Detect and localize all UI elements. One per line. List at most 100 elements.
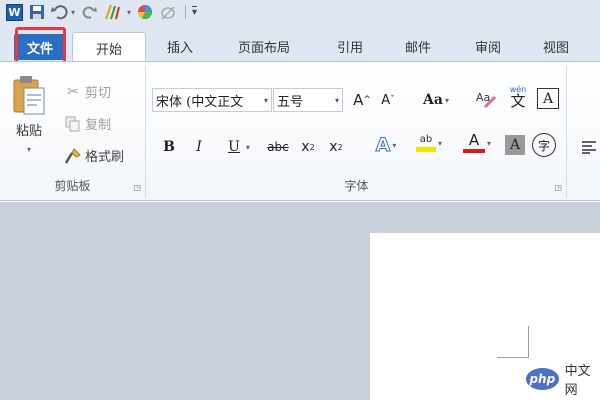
shrink-font-label: A [381, 92, 391, 108]
paste-dropdown-arrow: ▾ [26, 145, 31, 154]
highlight-icon: ab [415, 133, 436, 152]
clipboard-dialog-launcher-icon[interactable]: ◳ [133, 183, 141, 192]
document-workspace [0, 202, 600, 400]
copy-icon [64, 115, 82, 133]
change-case-dropdown-icon: ▾ [444, 95, 449, 105]
font-name-dropdown-icon[interactable]: ▾ [264, 96, 268, 105]
text-effects-label: A [375, 134, 391, 157]
font-color-dropdown-icon[interactable]: ▾ [487, 139, 491, 148]
save-icon[interactable] [29, 2, 45, 22]
font-color-bar [462, 149, 485, 153]
grow-font-button[interactable]: A ^ [350, 89, 374, 111]
change-case-label: Aa [423, 92, 443, 108]
paste-icon [13, 76, 45, 115]
superscript-mark-icon: 2 [337, 142, 343, 152]
font-color-label: A [468, 131, 480, 149]
strikethrough-label: abc [267, 140, 289, 154]
font-size-value: 五号 [277, 94, 304, 110]
color-wheel-icon[interactable] [137, 2, 153, 22]
highlight-label: ab [419, 133, 433, 145]
scissors-icon: ✂ [67, 83, 79, 100]
align-left-icon [582, 141, 596, 154]
text-effects-button[interactable]: A ▾ [369, 134, 403, 157]
phonetic-guide-button[interactable]: wén 文 [503, 85, 533, 110]
strikethrough-button[interactable]: abc [263, 136, 293, 158]
watermark-logo: php [526, 368, 559, 390]
copy-button[interactable]: 复制 [64, 114, 111, 133]
subscript-button[interactable]: x2 [297, 136, 319, 158]
format-painter-button[interactable]: 格式刷 [64, 146, 124, 165]
shrink-font-button[interactable]: Aˇ [376, 89, 400, 111]
highlight-button[interactable]: ab ▾ [409, 132, 449, 154]
margin-corner-mark-vertical [528, 326, 529, 358]
highlight-dropdown-icon[interactable]: ▾ [438, 139, 442, 148]
clear-formatting-icon: Aa [476, 91, 497, 109]
subscript-label: x [301, 139, 310, 155]
enclose-characters-button[interactable]: 字 [532, 133, 556, 157]
watermark: php 中文网 [526, 360, 600, 398]
character-shading-label: A [509, 137, 521, 153]
font-group-label: 字体 [344, 179, 369, 193]
character-border-button[interactable]: A [537, 88, 559, 109]
italic-button[interactable]: I [189, 136, 209, 158]
clipboard-group-label: 剪贴板 [54, 179, 91, 193]
customize-qat-arrow: ▾ [192, 6, 198, 18]
cut-label: 剪切 [85, 86, 112, 101]
word-logo-letter: W [6, 3, 23, 21]
font-color-button[interactable]: A ▾ [457, 132, 497, 154]
clipboard-group: 粘贴 ▾ ✂ 剪切 复制 格式刷 剪贴板 ◳ [0, 66, 146, 198]
shrink-font-caret-icon: ˇ [390, 95, 395, 105]
superscript-label: x [329, 139, 338, 155]
brush-icon [64, 147, 82, 165]
superscript-button[interactable]: x2 [325, 136, 347, 158]
clear-formatting-button[interactable]: Aa [473, 88, 499, 110]
bold-label: B [163, 139, 175, 155]
ribbon-home: 粘贴 ▾ ✂ 剪切 复制 格式刷 剪贴板 ◳ 宋体 (中文正文 ▾ 五号 ▾ A… [0, 61, 600, 201]
change-case-button[interactable]: Aa ▾ [419, 89, 453, 111]
customize-qat-icon[interactable]: ▾ [192, 2, 198, 22]
copy-label: 复制 [85, 118, 112, 133]
pen-tools-icon[interactable]: ▾ [103, 2, 131, 22]
redo-icon[interactable] [81, 2, 98, 22]
character-shading-button[interactable]: A [505, 135, 525, 155]
subscript-mark-icon: 2 [309, 142, 315, 152]
character-border-label: A [542, 90, 554, 107]
tab-view[interactable]: 视图 [536, 34, 576, 58]
watermark-text: 中文网 [564, 364, 591, 398]
phonetic-char: 文 [510, 91, 526, 110]
tab-file[interactable]: 文件 [14, 34, 66, 60]
tab-page-layout[interactable]: 页面布局 [228, 34, 300, 58]
underline-label: U [228, 139, 240, 155]
paste-label: 粘贴 [15, 124, 42, 139]
format-painter-label: 格式刷 [85, 150, 125, 165]
font-group: 宋体 (中文正文 ▾ 五号 ▾ A ^ Aˇ Aa ▾ Aa wén 文 A B I [147, 66, 567, 198]
tab-insert[interactable]: 插入 [160, 34, 200, 58]
tab-home[interactable]: 开始 [72, 32, 146, 63]
align-left-button[interactable] [580, 136, 598, 158]
font-dialog-launcher-icon[interactable]: ◳ [554, 183, 562, 192]
paragraph-group [568, 66, 600, 198]
tab-mailings[interactable]: 邮件 [398, 34, 438, 58]
margin-corner-mark-horizontal [497, 357, 529, 358]
font-size-combo[interactable]: 五号 ▾ [273, 88, 343, 112]
ribbon-tabs: 文件 开始 插入 页面布局 引用 邮件 审阅 视图 [0, 24, 600, 63]
enclose-characters-label: 字 [537, 138, 550, 153]
paste-button[interactable]: 粘贴 ▾ [8, 74, 50, 154]
grow-font-label: A [353, 91, 364, 109]
qat-separator [185, 5, 187, 19]
cut-button[interactable]: ✂ 剪切 [64, 82, 112, 102]
underline-button[interactable]: U ▾ [219, 136, 259, 158]
tab-review[interactable]: 审阅 [468, 34, 508, 58]
text-effects-dropdown-icon[interactable]: ▾ [392, 141, 396, 150]
italic-label: I [196, 139, 202, 155]
undo-icon[interactable]: ▾ [51, 2, 75, 22]
font-color-icon: A [462, 131, 485, 153]
font-name-value: 宋体 (中文正文 [156, 94, 244, 110]
bold-button[interactable]: B [159, 136, 179, 158]
tab-references[interactable]: 引用 [330, 34, 370, 58]
underline-dropdown-icon[interactable]: ▾ [246, 143, 250, 152]
grow-font-caret-icon: ^ [363, 95, 371, 105]
font-size-dropdown-icon[interactable]: ▾ [335, 96, 339, 105]
eraser-icon[interactable] [159, 2, 177, 22]
font-name-combo[interactable]: 宋体 (中文正文 ▾ [152, 88, 272, 112]
